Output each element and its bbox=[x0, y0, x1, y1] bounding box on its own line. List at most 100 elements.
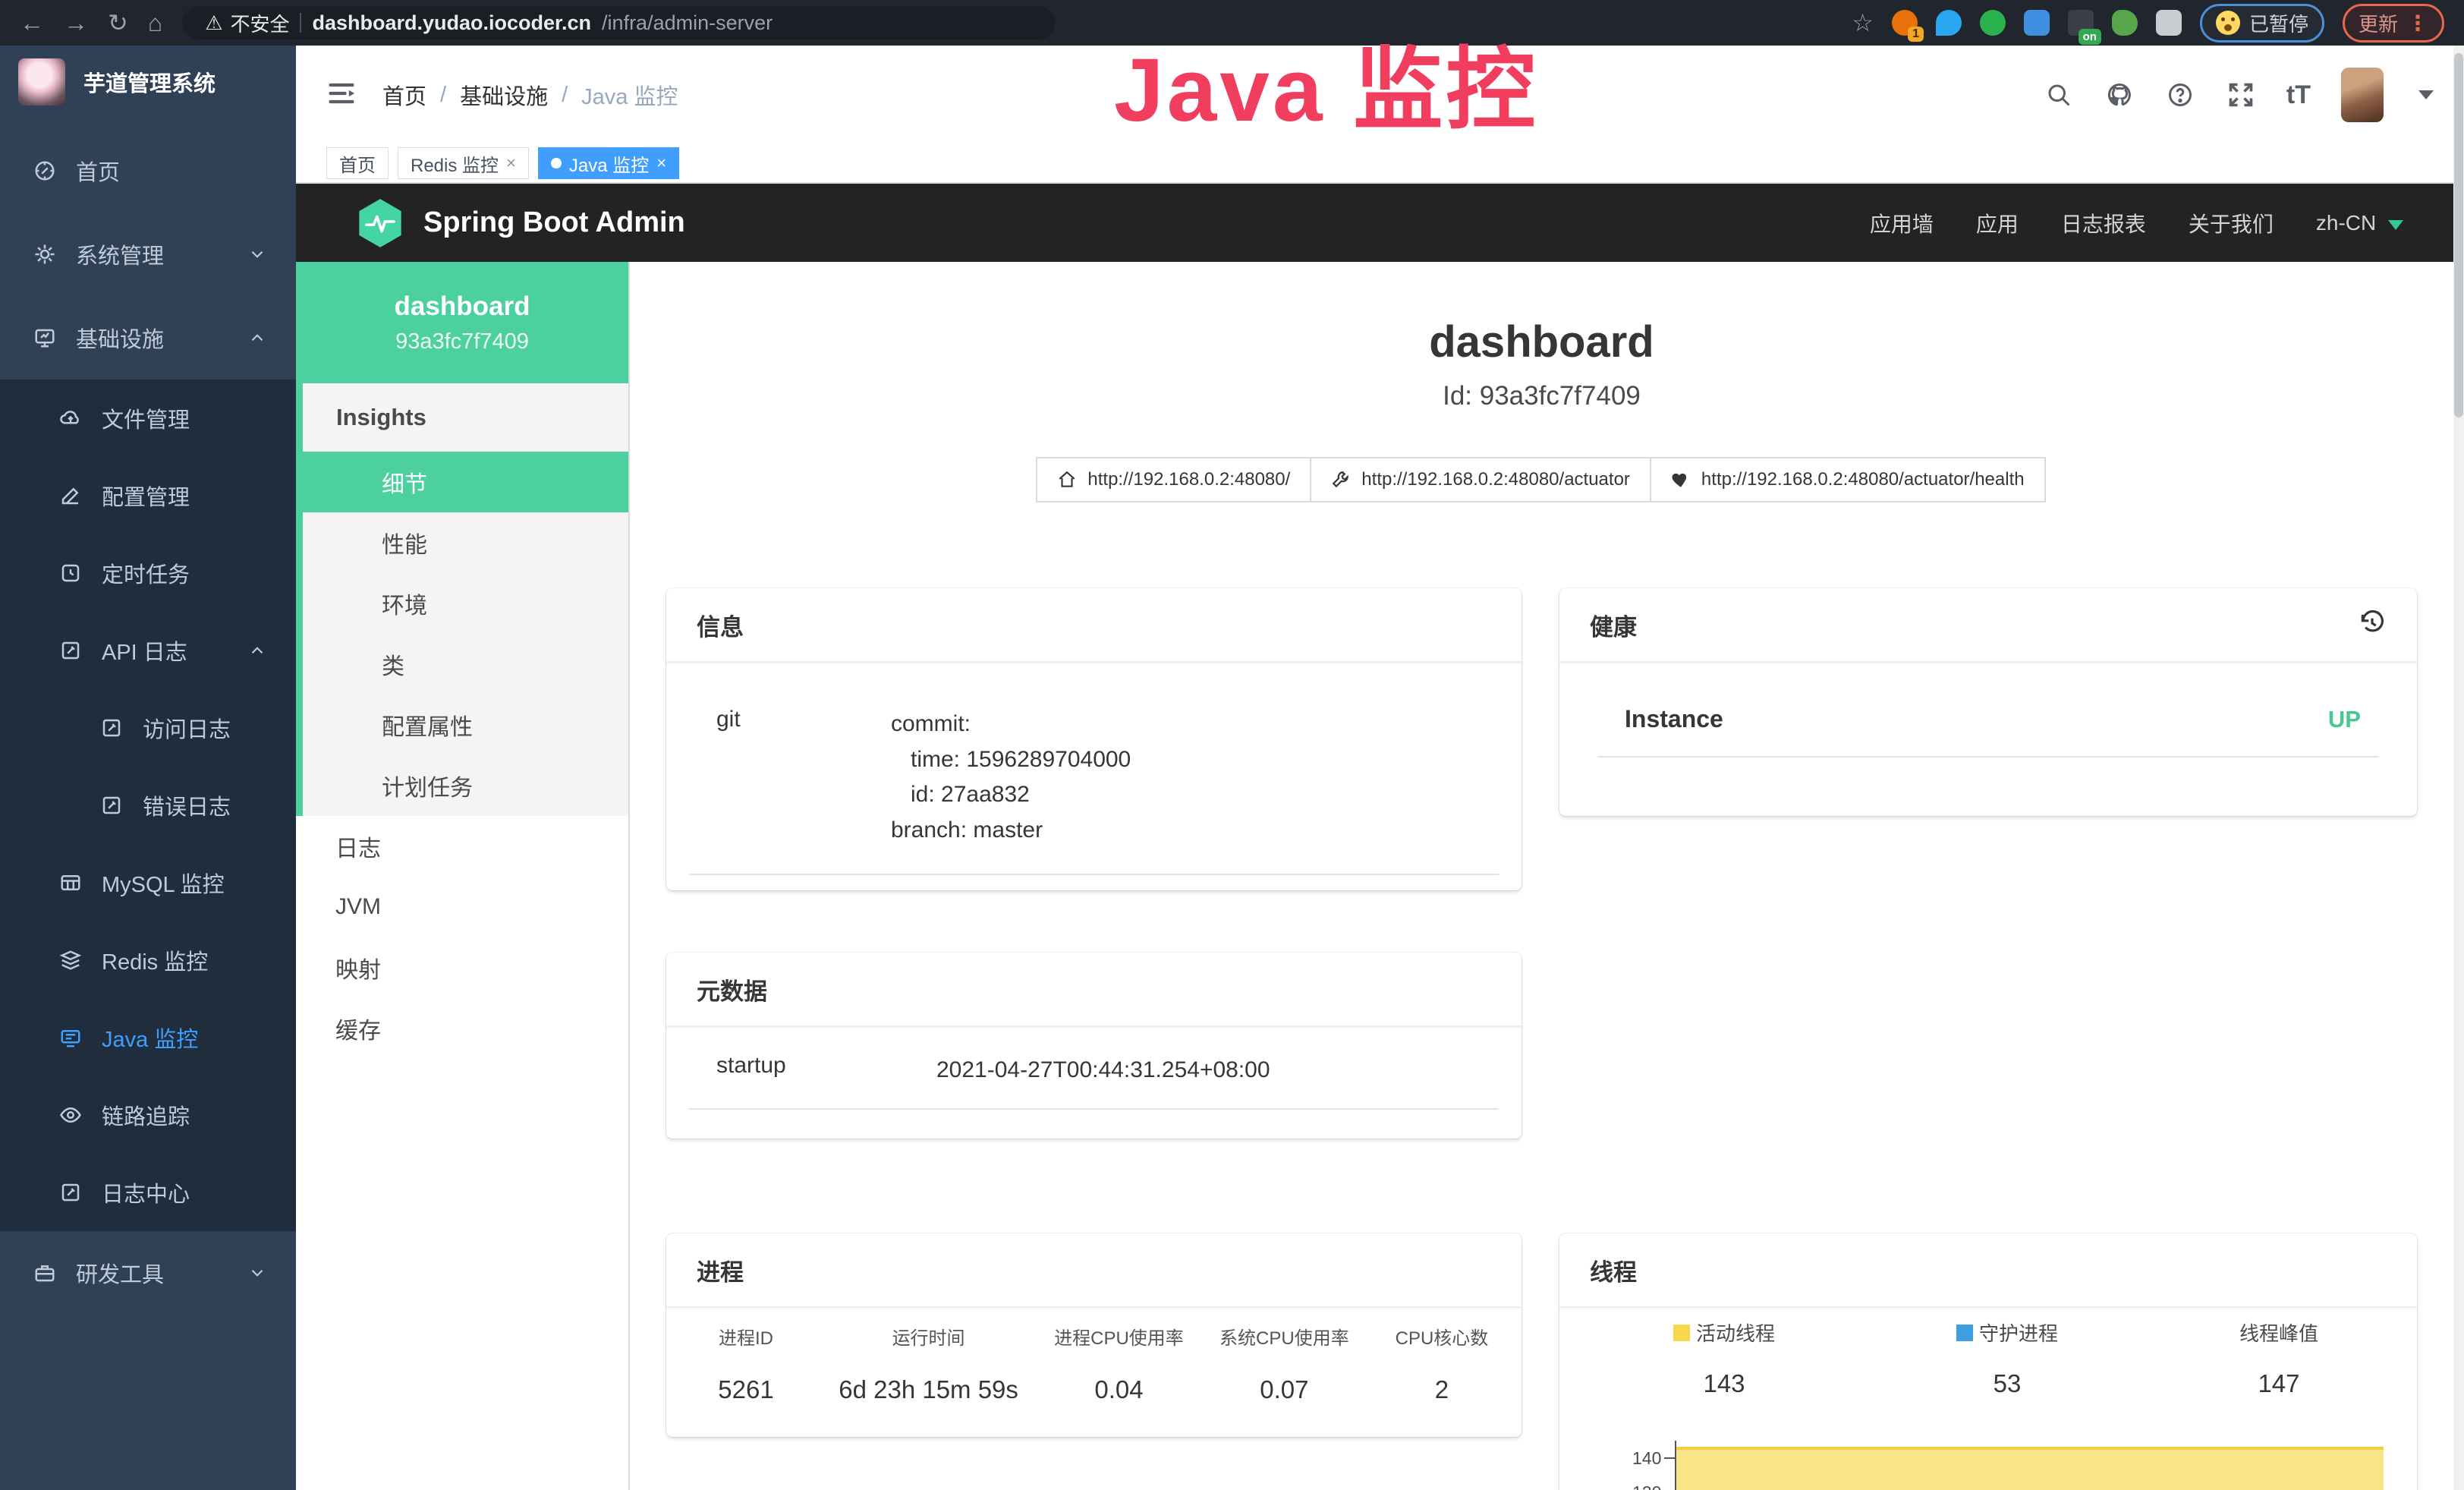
update-chip[interactable]: 更新 ⋮ bbox=[2343, 4, 2444, 43]
metadata-startup-label: startup bbox=[716, 1053, 936, 1088]
close-icon[interactable]: × bbox=[506, 153, 516, 173]
sidebar-item-files[interactable]: 文件管理 bbox=[0, 380, 296, 457]
sba-menu-classes[interactable]: 类 bbox=[303, 634, 628, 695]
fullscreen-icon[interactable] bbox=[2226, 80, 2256, 110]
scrollbar-thumb[interactable] bbox=[2454, 53, 2463, 417]
font-size-icon[interactable]: tT bbox=[2286, 80, 2311, 110]
breadcrumb-separator: / bbox=[562, 83, 568, 108]
forward-icon[interactable]: → bbox=[64, 11, 88, 35]
sba-locale-select[interactable]: zh-CN bbox=[2316, 211, 2403, 235]
sidebar-item-error-log[interactable]: 错误日志 bbox=[0, 767, 296, 844]
history-icon[interactable] bbox=[2358, 609, 2387, 641]
scrollbar[interactable] bbox=[2453, 46, 2464, 1490]
stat-process-cpu: 进程CPU使用率 0.04 bbox=[1054, 1323, 1184, 1404]
sba-menu-logs[interactable]: 日志 bbox=[296, 816, 628, 877]
sidebar-item-system[interactable]: 系统管理 bbox=[0, 213, 296, 296]
app-logo bbox=[18, 58, 65, 106]
sba-nav-applications[interactable]: 应用 bbox=[1976, 208, 2019, 238]
sidebar-item-label: 基础设施 bbox=[76, 322, 164, 354]
sba-nav-about[interactable]: 关于我们 bbox=[2189, 208, 2274, 238]
metadata-card: 元数据 startup 2021-04-27T00:44:31.254+08:0… bbox=[666, 953, 1522, 1139]
sidebar-item-label: Java 监控 bbox=[102, 1022, 198, 1054]
insights-section: Insights 细节 性能 环境 类 配置属性 计划任务 bbox=[296, 383, 628, 816]
process-stats: 进程ID 5261 运行时间 6d 23h 15m 59s 进程CPU使用率 0… bbox=[666, 1308, 1522, 1412]
instance-header[interactable]: dashboard 93a3fc7f7409 bbox=[296, 262, 628, 383]
info-git-label: git bbox=[716, 707, 891, 848]
health-url-button[interactable]: http://192.168.0.2:48080/actuator/health bbox=[1650, 457, 2046, 502]
browser-menu-icon[interactable]: ⋮ bbox=[2407, 11, 2428, 36]
live-threads-area bbox=[1676, 1447, 2384, 1490]
sba-menu-environment[interactable]: 环境 bbox=[303, 573, 628, 634]
breadcrumb-home[interactable]: 首页 bbox=[382, 79, 426, 111]
stat-system-cpu: 系统CPU使用率 0.07 bbox=[1219, 1323, 1349, 1404]
page-title: dashboard bbox=[630, 317, 2453, 367]
sba-brand[interactable]: Spring Boot Admin bbox=[357, 197, 685, 249]
extension-icon-switch[interactable]: on bbox=[2068, 10, 2094, 36]
hamburger-icon[interactable] bbox=[326, 80, 357, 111]
tag-java-monitor[interactable]: Java 监控 × bbox=[538, 147, 679, 179]
sba-nav-journal[interactable]: 日志报表 bbox=[2061, 208, 2146, 238]
sidebar-item-config[interactable]: 配置管理 bbox=[0, 457, 296, 534]
tick-mark bbox=[1664, 1457, 1675, 1459]
insights-section-title: Insights bbox=[303, 383, 628, 452]
avatar-caret-icon[interactable] bbox=[2418, 90, 2434, 99]
stat-label: 进程ID bbox=[689, 1323, 803, 1350]
help-icon[interactable] bbox=[2165, 80, 2195, 110]
health-instance-label: Instance bbox=[1625, 705, 1723, 733]
security-label[interactable]: 不安全 bbox=[230, 9, 289, 37]
tag-home[interactable]: 首页 bbox=[326, 147, 389, 179]
avatar[interactable] bbox=[2341, 68, 2384, 122]
info-card-title: 信息 bbox=[697, 608, 744, 642]
sidebar-item-api-log[interactable]: API 日志 bbox=[0, 612, 296, 689]
extension-icon-orange[interactable]: 1 bbox=[1892, 10, 1918, 36]
sba-menu-details[interactable]: 细节 bbox=[303, 452, 628, 512]
url-host[interactable]: dashboard.yudao.iocoder.cn bbox=[312, 11, 591, 35]
bookmark-star-icon[interactable]: ☆ bbox=[1852, 11, 1874, 35]
extension-icon-pin[interactable] bbox=[1936, 10, 1962, 36]
health-url-label: http://192.168.0.2:48080/actuator/health bbox=[1701, 469, 2025, 490]
extensions-puzzle-icon[interactable] bbox=[2156, 10, 2182, 36]
sidebar-item-log-center[interactable]: 日志中心 bbox=[0, 1154, 296, 1231]
sidebar-item-access-log[interactable]: 访问日志 bbox=[0, 689, 296, 767]
tag-redis-monitor[interactable]: Redis 监控 × bbox=[398, 147, 529, 179]
app-logo-row[interactable]: 芋道管理系统 bbox=[0, 46, 296, 118]
address-bar[interactable]: ⚠ 不安全 dashboard.yudao.iocoder.cn/infra/a… bbox=[182, 6, 1055, 39]
extension-icon-green-y[interactable] bbox=[1980, 10, 2006, 36]
extension-icon-grid[interactable] bbox=[2024, 10, 2050, 36]
service-url-button[interactable]: http://192.168.0.2:48080/ bbox=[1036, 457, 1311, 502]
sidebar-item-infra[interactable]: 基础设施 bbox=[0, 296, 296, 380]
legend-peak-threads: 线程峰值 147 bbox=[2239, 1318, 2318, 1398]
sidebar-item-home[interactable]: 首页 bbox=[0, 129, 296, 213]
sba-menu-jvm[interactable]: JVM bbox=[296, 877, 628, 937]
home-icon[interactable]: ⌂ bbox=[148, 11, 162, 35]
chevron-down-icon bbox=[247, 244, 267, 264]
search-icon[interactable] bbox=[2044, 80, 2074, 110]
legend-value: 147 bbox=[2239, 1369, 2318, 1398]
reload-icon[interactable]: ↻ bbox=[108, 11, 128, 35]
sba-nav-wallboard[interactable]: 应用墙 bbox=[1870, 208, 1934, 238]
actuator-url-button[interactable]: http://192.168.0.2:48080/actuator bbox=[1310, 457, 1651, 502]
back-icon[interactable]: ← bbox=[20, 11, 44, 35]
sba-menu-scheduled-tasks[interactable]: 计划任务 bbox=[303, 755, 628, 816]
sba-menu-config-props[interactable]: 配置属性 bbox=[303, 695, 628, 755]
sidebar-item-dev-tools[interactable]: 研发工具 bbox=[0, 1231, 296, 1315]
sba-menu-mappings[interactable]: 映射 bbox=[296, 937, 628, 998]
sidebar-item-redis[interactable]: Redis 监控 bbox=[0, 921, 296, 999]
info-card: 信息 git commit: time: 1596289704000 id: 2… bbox=[666, 588, 1522, 890]
sba-menu-caches[interactable]: 缓存 bbox=[296, 998, 628, 1059]
threads-chart: 140 120 100 bbox=[1559, 1419, 2417, 1490]
legend-label: 活动线程 bbox=[1696, 1318, 1775, 1347]
sba-menu-metrics[interactable]: 性能 bbox=[303, 512, 628, 573]
sidebar-item-jobs[interactable]: 定时任务 bbox=[0, 534, 296, 612]
extension-icon-leaf[interactable] bbox=[2112, 10, 2138, 36]
github-icon[interactable] bbox=[2104, 80, 2135, 110]
close-icon[interactable]: × bbox=[656, 153, 666, 173]
breadcrumb-section[interactable]: 基础设施 bbox=[460, 79, 548, 111]
sidebar-item-mysql[interactable]: MySQL 监控 bbox=[0, 844, 296, 921]
sidebar-item-java-monitor[interactable]: Java 监控 bbox=[0, 999, 296, 1076]
sba-brand-label: Spring Boot Admin bbox=[423, 206, 685, 239]
profile-paused-chip[interactable]: 已暂停 bbox=[2200, 4, 2324, 43]
chevron-up-icon bbox=[247, 641, 267, 660]
sidebar-item-label: 定时任务 bbox=[102, 557, 190, 589]
sidebar-item-tracing[interactable]: 链路追踪 bbox=[0, 1076, 296, 1154]
